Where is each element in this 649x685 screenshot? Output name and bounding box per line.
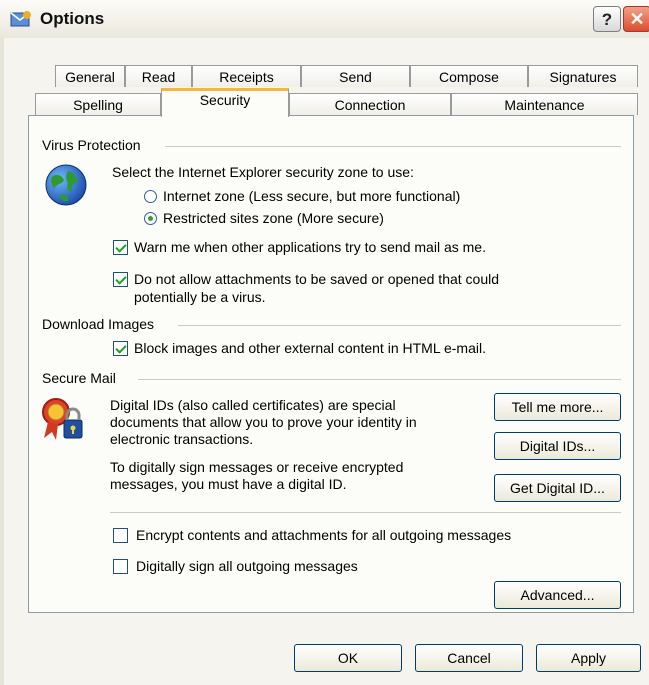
sign-requirement-line2: messages, you must have a digital ID. (110, 476, 347, 492)
secure-mail-heading: Secure Mail (42, 370, 116, 386)
options-window: Options ? ✕ General Read Receipts Send C… (0, 0, 649, 685)
apply-button[interactable]: Apply (536, 644, 641, 672)
outlook-express-icon (10, 11, 31, 27)
digital-ids-desc-line1: Digital IDs (also called certificates) a… (110, 397, 396, 413)
cancel-button[interactable]: Cancel (415, 644, 523, 672)
sign-outgoing-label[interactable]: Digitally sign all outgoing messages (136, 558, 358, 575)
tab-general[interactable]: General (55, 65, 125, 87)
section-divider (138, 379, 621, 380)
digital-ids-desc-line2: documents that allow you to prove your i… (110, 414, 417, 430)
tab-security[interactable]: Security (161, 88, 289, 117)
close-button[interactable]: ✕ (623, 6, 649, 32)
encrypt-outgoing-checkbox[interactable] (113, 528, 128, 543)
tab-maintenance[interactable]: Maintenance (451, 93, 638, 115)
certificate-lock-icon (42, 398, 83, 440)
get-digital-id-button[interactable]: Get Digital ID... (494, 474, 621, 502)
advanced-button[interactable]: Advanced... (494, 581, 621, 609)
digital-ids-desc-line3: electronic transactions. (110, 431, 254, 447)
tab-read[interactable]: Read (125, 65, 192, 87)
tab-connection[interactable]: Connection (289, 93, 451, 115)
warn-send-mail-label[interactable]: Warn me when other applications try to s… (134, 239, 486, 256)
help-button[interactable]: ? (593, 6, 621, 32)
sign-outgoing-checkbox[interactable] (113, 559, 128, 574)
zone-prompt: Select the Internet Explorer security zo… (112, 164, 414, 180)
block-images-label[interactable]: Block images and other external content … (134, 340, 486, 357)
title-bar[interactable]: Options ? ✕ (0, 0, 649, 39)
tab-signatures[interactable]: Signatures (528, 65, 638, 87)
section-divider (110, 512, 621, 513)
sign-requirement-line1: To digitally sign messages or receive en… (110, 459, 404, 475)
block-attachments-label-line2[interactable]: potentially be a virus. (134, 289, 266, 306)
section-divider (178, 325, 621, 326)
encrypt-outgoing-label[interactable]: Encrypt contents and attachments for all… (136, 527, 511, 544)
ok-button[interactable]: OK (294, 644, 402, 672)
download-images-heading: Download Images (42, 316, 155, 332)
block-images-checkbox[interactable] (113, 341, 128, 356)
digital-ids-button[interactable]: Digital IDs... (494, 432, 621, 460)
window-title: Options (40, 9, 105, 28)
globe-icon (45, 164, 87, 206)
tell-me-more-button[interactable]: Tell me more... (494, 393, 621, 421)
warn-send-mail-checkbox[interactable] (113, 240, 128, 255)
tab-spelling[interactable]: Spelling (35, 93, 161, 115)
restricted-zone-label[interactable]: Restricted sites zone (More secure) (163, 210, 384, 227)
restricted-zone-radio[interactable] (144, 212, 157, 225)
section-divider (165, 146, 621, 147)
block-attachments-label-line1[interactable]: Do not allow attachments to be saved or … (134, 271, 499, 288)
tab-receipts[interactable]: Receipts (192, 65, 301, 87)
tab-compose[interactable]: Compose (410, 65, 528, 87)
internet-zone-radio[interactable] (144, 190, 157, 203)
virus-protection-heading: Virus Protection (42, 137, 141, 153)
block-attachments-checkbox[interactable] (113, 272, 128, 287)
internet-zone-label[interactable]: Internet zone (Less secure, but more fun… (163, 188, 460, 205)
tab-send[interactable]: Send (301, 65, 410, 87)
